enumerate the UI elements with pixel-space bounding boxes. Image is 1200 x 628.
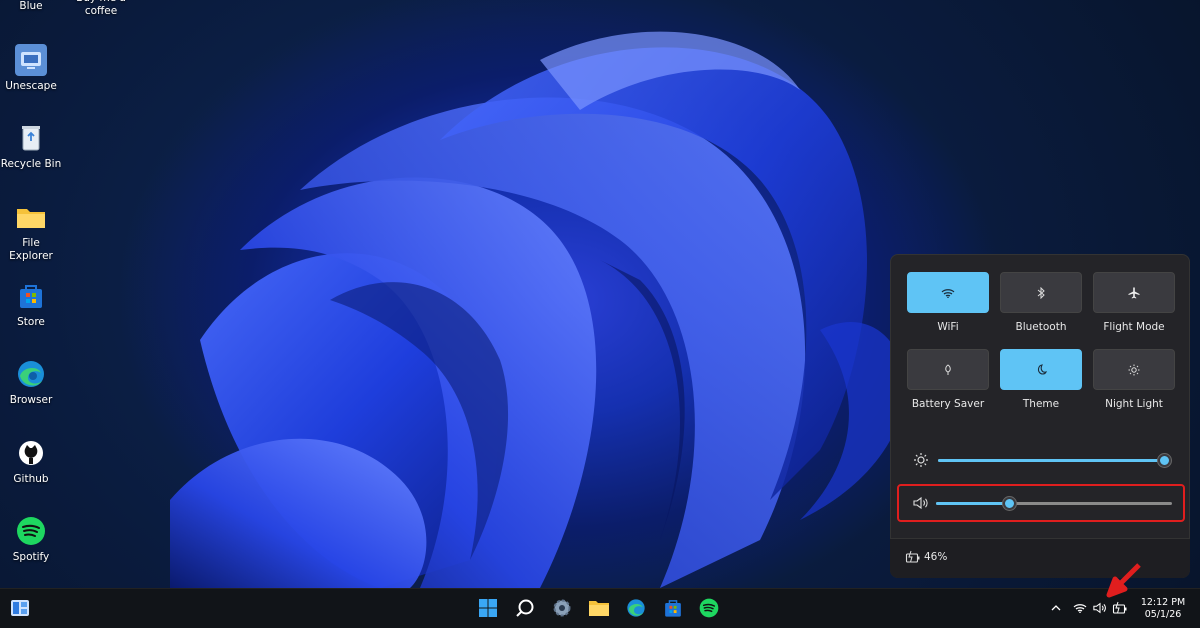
desktop-icon-coffee[interactable]: Buy me a coffee	[70, 0, 132, 18]
store-button[interactable]	[661, 596, 685, 620]
tile-bluetooth[interactable]: Bluetooth	[1000, 272, 1082, 333]
file-explorer-icon	[589, 601, 609, 616]
spotify-icon	[699, 598, 719, 618]
tile-night-light[interactable]: Night Light	[1093, 349, 1175, 410]
tile-theme[interactable]: Theme	[1000, 349, 1082, 410]
chevron-up-icon	[1051, 605, 1061, 611]
desktop-icon-label: Blue	[19, 0, 43, 12]
speaker-icon	[1093, 602, 1106, 614]
tile-flight-mode[interactable]: Flight Mode	[1093, 272, 1175, 333]
red-arrow-annotation	[1106, 563, 1141, 598]
desktop-icon-blue[interactable]: Blue	[0, 0, 62, 13]
widgets-button[interactable]	[8, 596, 32, 620]
clock-date: 05/1/26	[1144, 609, 1182, 620]
brightness-slider-fill	[938, 459, 1166, 462]
bluetooth-toggle[interactable]	[1000, 272, 1082, 313]
desktop-icon-label: Store	[17, 316, 45, 328]
spotify-icon	[15, 515, 47, 547]
flight-mode-toggle[interactable]	[1093, 272, 1175, 313]
wifi-icon	[941, 288, 955, 298]
theme-toggle[interactable]	[1000, 349, 1082, 390]
desktop-icon-label: Buy me a coffee	[76, 0, 126, 17]
tile-wifi[interactable]: WiFi	[907, 272, 989, 333]
start-button[interactable]	[476, 596, 500, 620]
battery-saver-icon	[945, 363, 951, 375]
tile-label: Theme	[1022, 398, 1060, 410]
desktop-icon-label: Spotify	[12, 551, 50, 563]
tray-wifi[interactable]	[1070, 596, 1090, 620]
quick-settings-panel: WiFi Bluetooth Flight Mode Battery Saver…	[890, 254, 1190, 578]
desktop-icon-label: File Explorer	[9, 237, 53, 262]
desktop-icon-recycle-bin[interactable]: Recycle Bin	[0, 122, 62, 171]
store-icon	[665, 600, 681, 617]
brightness-slider-row	[908, 450, 1178, 470]
unescape-icon	[15, 44, 47, 76]
file-explorer-button[interactable]	[587, 596, 611, 620]
desktop-icon-label: Unescape	[5, 80, 57, 92]
tile-label: WiFi	[937, 321, 959, 333]
desktop-icon-file-explorer[interactable]: File Explorer	[0, 201, 62, 263]
tray-battery[interactable]	[1110, 596, 1130, 620]
moon-icon	[1037, 363, 1047, 375]
volume-highlight-box	[897, 484, 1185, 522]
desktop-icon-unescape[interactable]: Unescape	[0, 44, 62, 93]
tile-label: Bluetooth	[1015, 321, 1067, 333]
store-icon	[15, 280, 47, 312]
bluetooth-icon	[1037, 286, 1045, 299]
wifi-toggle[interactable]	[907, 272, 989, 313]
search-icon	[516, 599, 534, 617]
edge-icon	[15, 358, 47, 390]
recycle-bin-icon	[15, 122, 47, 154]
tile-label: Night Light	[1105, 398, 1163, 410]
settings-icon	[553, 599, 571, 617]
widgets-icon	[11, 600, 29, 616]
battery-charging-icon	[905, 550, 920, 563]
tile-label: Flight Mode	[1103, 321, 1165, 333]
clock-time: 12:12 PM	[1140, 597, 1186, 608]
desktop-icon-browser[interactable]: Browser	[0, 358, 62, 407]
wifi-icon	[1073, 604, 1087, 613]
desktop-icon-label: Github	[13, 473, 49, 485]
battery-icon	[1112, 601, 1127, 614]
windows-start-icon	[479, 599, 497, 617]
night-light-toggle[interactable]	[1093, 349, 1175, 390]
desktop-icon-github[interactable]: Github	[0, 437, 62, 486]
folder-icon	[15, 201, 47, 233]
desktop-icon-label: Recycle Bin	[0, 158, 62, 170]
desktop-icon-spotify[interactable]: Spotify	[0, 515, 62, 564]
settings-button[interactable]	[550, 596, 574, 620]
brightness-slider-thumb[interactable]	[1158, 454, 1171, 467]
taskbar-clock[interactable]: 12:12 PM 05/1/26	[1138, 597, 1188, 621]
tile-battery-saver[interactable]: Battery Saver	[907, 349, 989, 410]
sun-icon	[1128, 364, 1140, 375]
tray-overflow-button[interactable]	[1046, 596, 1066, 620]
desktop-icon-label: Browser	[9, 394, 53, 406]
airplane-icon	[1128, 287, 1140, 298]
edge-button[interactable]	[624, 596, 648, 620]
edge-icon	[627, 599, 645, 617]
tile-label: Battery Saver	[911, 398, 985, 410]
battery-saver-toggle[interactable]	[907, 349, 989, 390]
battery-percent: 46%	[924, 551, 948, 563]
desktop-icon-store[interactable]: Store	[0, 280, 62, 329]
brightness-icon	[914, 453, 928, 467]
github-icon	[15, 437, 47, 469]
search-button[interactable]	[513, 596, 537, 620]
tray-volume[interactable]	[1090, 596, 1110, 620]
spotify-button[interactable]	[697, 596, 721, 620]
